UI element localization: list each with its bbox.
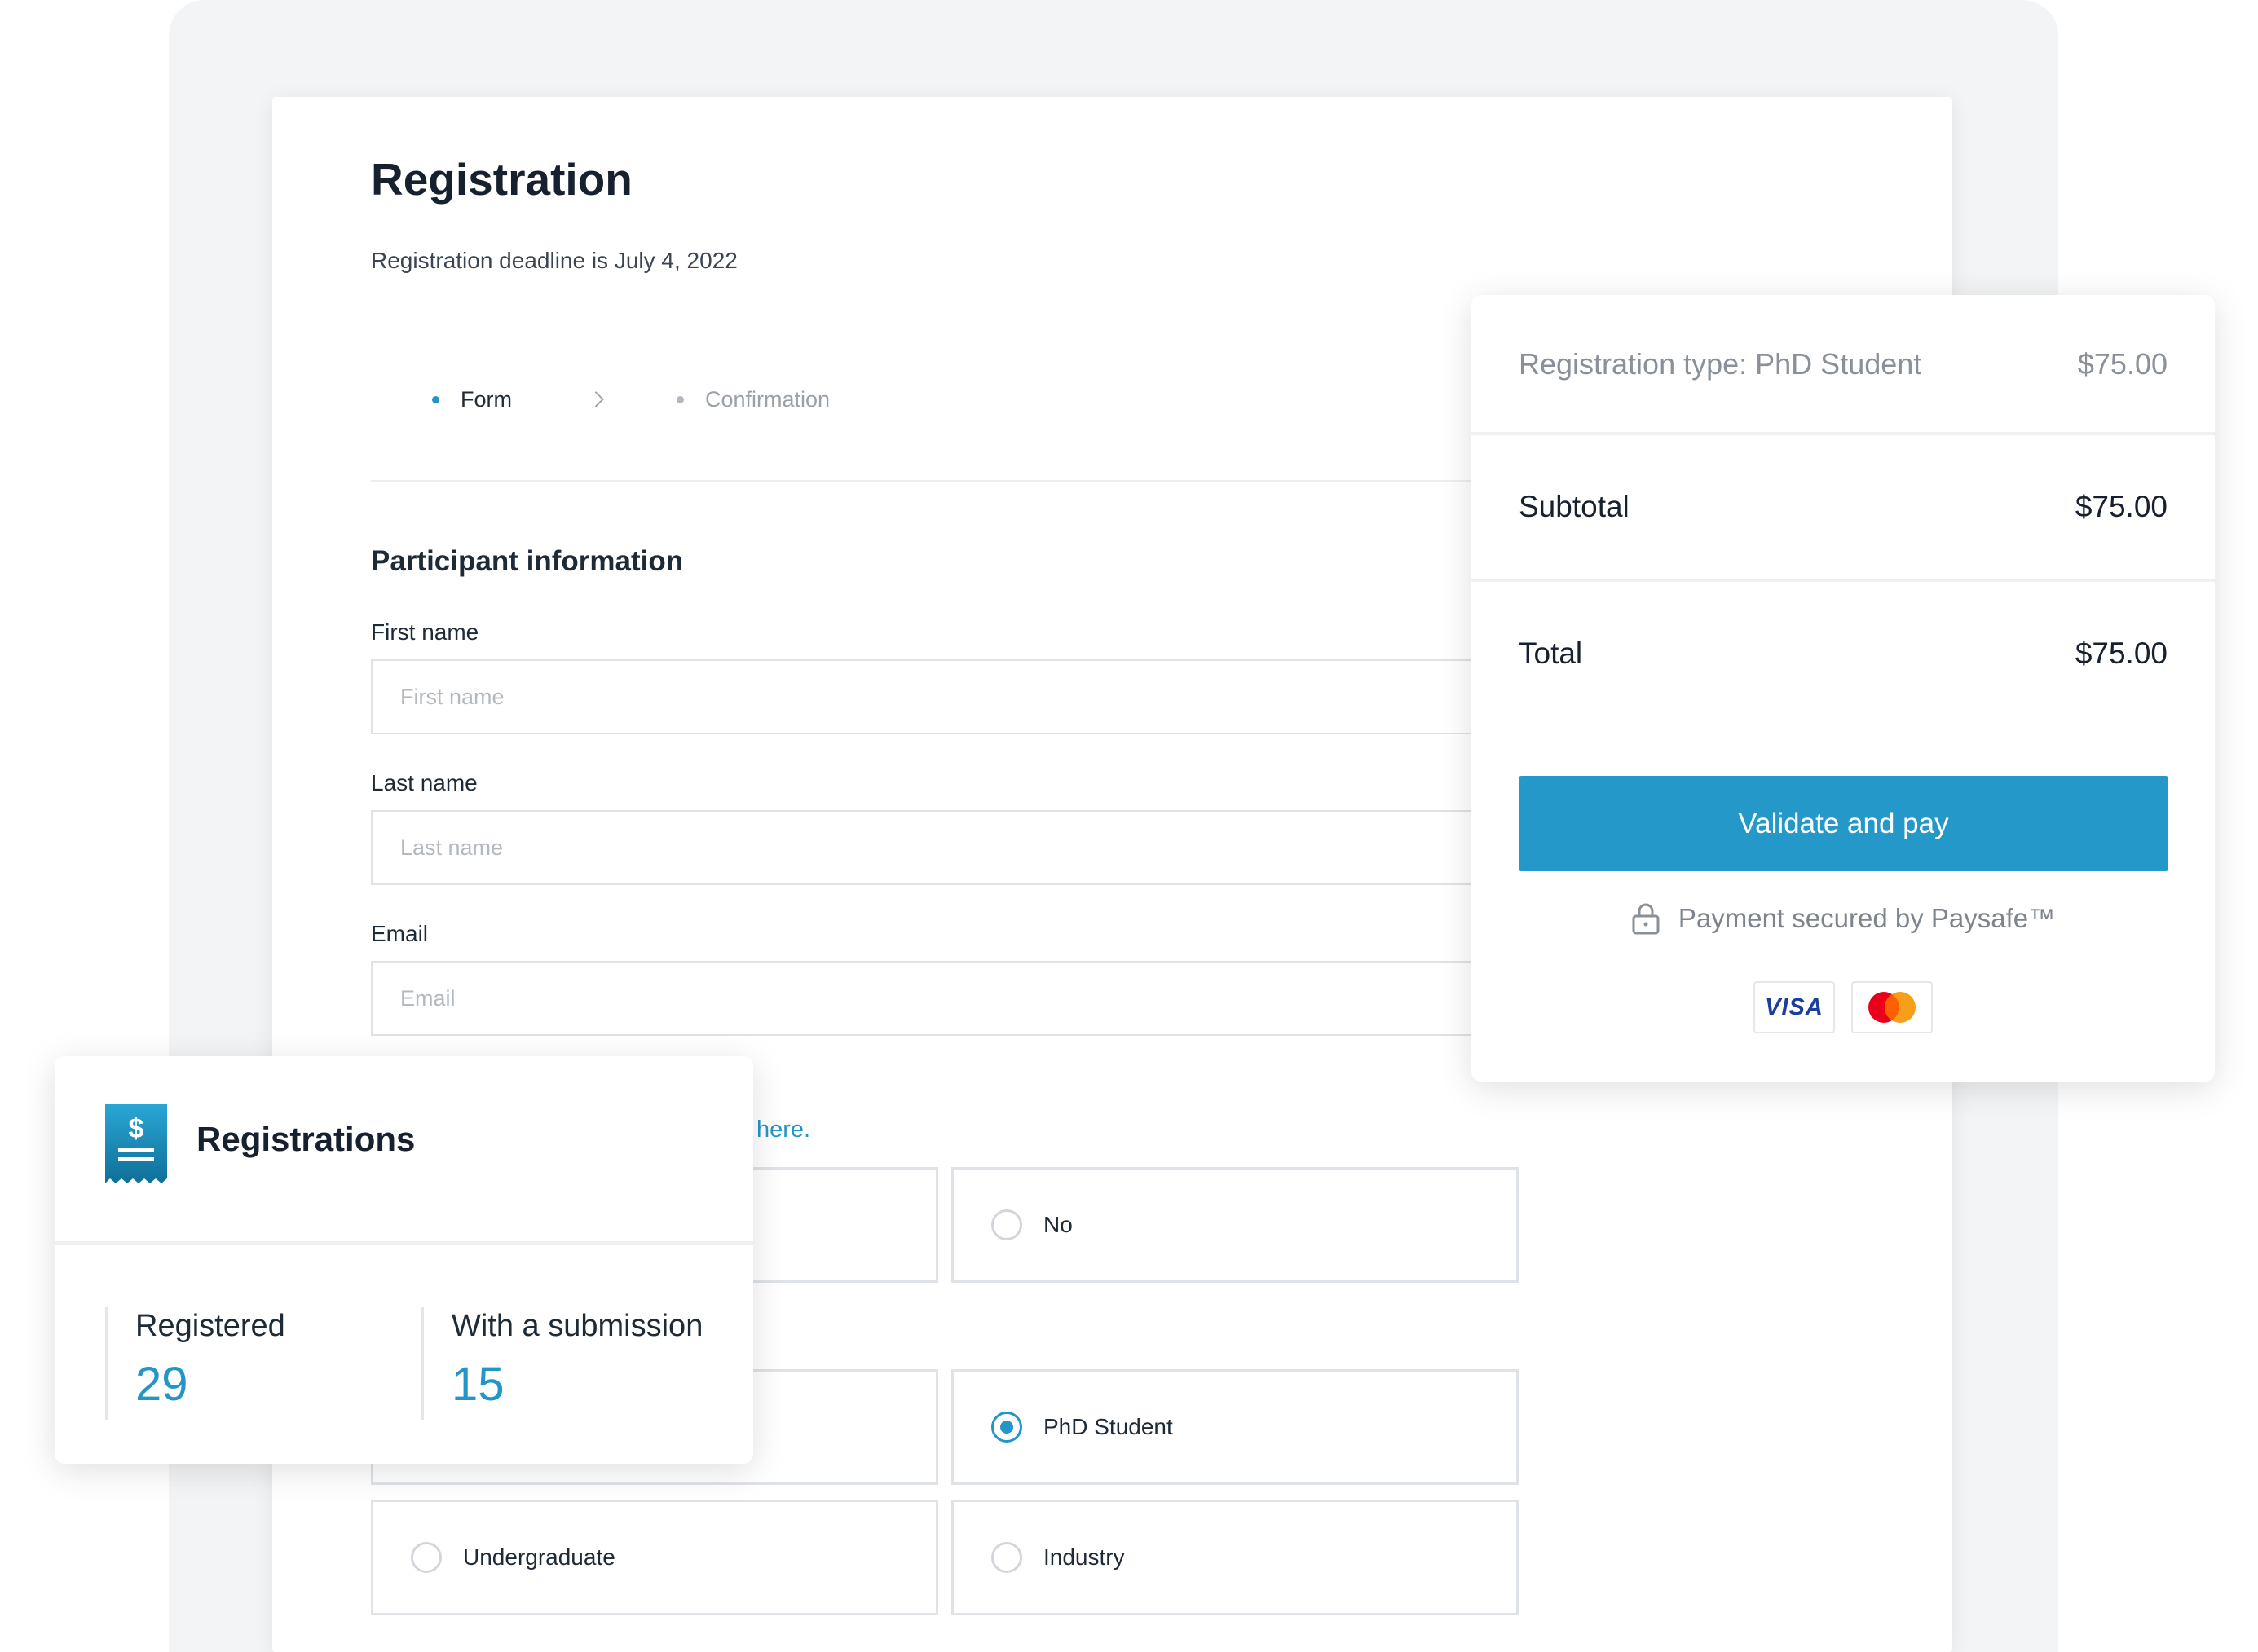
registration-type-amount: $75.00 — [2077, 347, 2168, 381]
step-inactive-dot — [677, 395, 684, 403]
payment-secured-notice: Payment secured by Paysafe™ — [1471, 902, 2215, 935]
mastercard-icon — [1868, 992, 1916, 1023]
email-input[interactable] — [371, 961, 1528, 1036]
option-industry-label: Industry — [1043, 1544, 1125, 1570]
step-form-label: Form — [461, 386, 512, 412]
page-title: Registration — [371, 154, 633, 205]
subtotal-row: Subtotal $75.00 — [1471, 434, 2215, 580]
section-title-participant: Participant information — [371, 545, 684, 577]
payment-summary-card: Registration type: PhD Student $75.00 Su… — [1471, 295, 2215, 1082]
registration-deadline: Registration deadline is July 4, 2022 — [371, 248, 738, 273]
last-name-input[interactable] — [371, 810, 1528, 885]
registration-type-label: Registration type: PhD Student — [1519, 347, 1922, 381]
visa-logo-text: VISA — [1765, 993, 1824, 1020]
email-label: Email — [371, 921, 429, 946]
total-label: Total — [1519, 637, 1583, 670]
step-active-dot — [432, 395, 439, 403]
last-name-label: Last name — [371, 770, 478, 795]
registrations-summary-card: $ Registrations Registered 29 With a sub… — [55, 1056, 753, 1464]
option-industry[interactable]: Industry — [951, 1500, 1519, 1615]
stat-registered: Registered 29 — [105, 1307, 285, 1420]
first-name-label: First name — [371, 619, 479, 645]
option-no[interactable]: No — [951, 1167, 1519, 1283]
radio-undergraduate[interactable] — [411, 1542, 442, 1573]
stat-with-submission: With a submission 15 — [421, 1307, 703, 1420]
registration-type-row: Registration type: PhD Student $75.00 — [1471, 295, 2215, 434]
registrations-title: Registrations — [196, 1120, 416, 1158]
stat-with-submission-label: With a submission — [452, 1309, 703, 1343]
visa-logo: VISA — [1753, 981, 1835, 1033]
progress-steps: Form Confirmation — [432, 383, 830, 416]
total-row: Total $75.00 — [1471, 580, 2215, 727]
step-form[interactable]: Form — [432, 387, 512, 412]
payment-secured-text: Payment secured by Paysafe™ — [1678, 903, 2056, 933]
lock-icon — [1632, 903, 1660, 935]
option-phd-student-label: PhD Student — [1043, 1414, 1173, 1439]
radio-industry[interactable] — [991, 1542, 1022, 1573]
accepted-cards: VISA — [1471, 981, 2215, 1033]
mastercard-logo — [1851, 981, 1933, 1033]
option-phd-student[interactable]: PhD Student — [951, 1369, 1519, 1485]
step-confirmation-label: Confirmation — [705, 386, 831, 412]
receipt-dollar-icon: $ — [105, 1104, 167, 1183]
stat-with-submission-value: 15 — [452, 1358, 505, 1411]
stat-registered-value: 29 — [135, 1358, 188, 1411]
total-amount: $75.00 — [2075, 637, 2168, 670]
info-link[interactable]: here. — [756, 1117, 810, 1143]
validate-and-pay-button[interactable]: Validate and pay — [1519, 776, 2168, 871]
stat-registered-label: Registered — [135, 1309, 285, 1343]
step-confirmation[interactable]: Confirmation — [677, 387, 830, 412]
radio-phd-student[interactable] — [991, 1412, 1022, 1443]
subtotal-label: Subtotal — [1519, 490, 1630, 523]
first-name-input[interactable] — [371, 659, 1528, 734]
option-no-label: No — [1043, 1212, 1073, 1237]
section-divider — [371, 480, 1528, 482]
option-undergraduate-label: Undergraduate — [463, 1544, 615, 1570]
option-undergraduate[interactable]: Undergraduate — [371, 1500, 938, 1615]
chevron-right-icon — [588, 391, 604, 407]
radio-no[interactable] — [991, 1209, 1022, 1240]
subtotal-amount: $75.00 — [2075, 490, 2168, 523]
registrations-divider — [55, 1241, 753, 1245]
svg-text:$: $ — [129, 1113, 144, 1144]
